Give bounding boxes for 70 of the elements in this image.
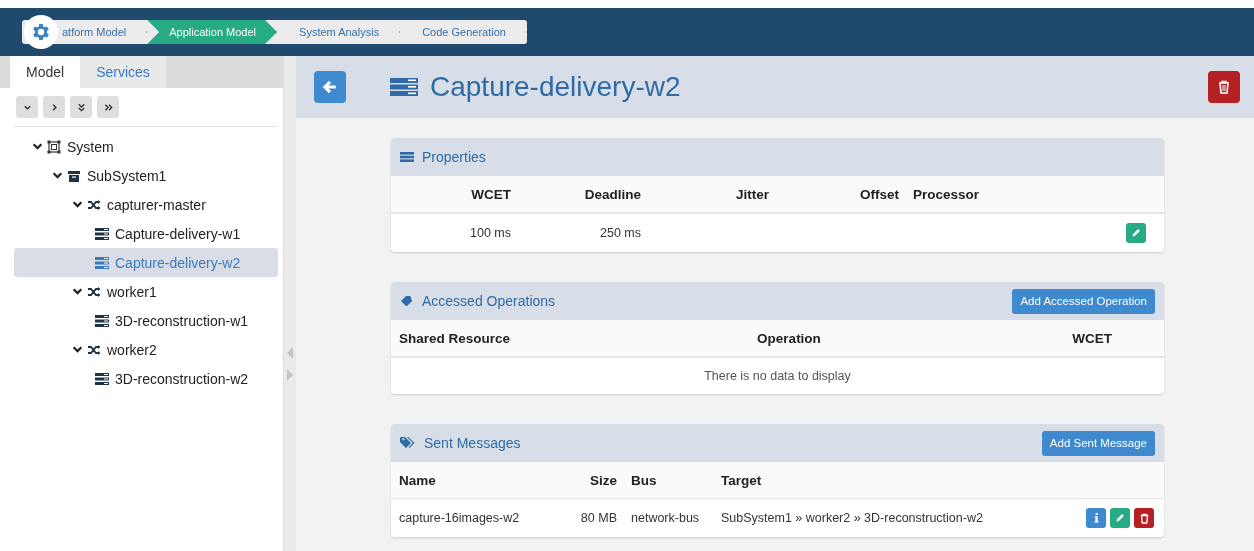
delete-button[interactable] — [1208, 71, 1240, 103]
column-header: Offset — [859, 186, 899, 202]
pencil-icon — [1131, 228, 1141, 238]
archive-box-icon — [67, 168, 81, 183]
list-icon — [95, 372, 109, 385]
table-cell-text: capture-16images-w2 — [399, 511, 521, 525]
table-cell-text: 250 ms — [599, 226, 641, 240]
table-cell-text: 80 MB — [579, 511, 617, 525]
trash-icon — [1218, 80, 1230, 94]
chevron-right-icon[interactable] — [43, 96, 65, 118]
tags-icon — [400, 437, 416, 449]
tree-item[interactable]: capturer-master — [14, 190, 278, 219]
column-header: Name — [399, 472, 437, 488]
tree-item[interactable]: Capture-delivery-w1 — [14, 219, 278, 248]
column-header: Deadline — [583, 186, 641, 202]
pencil-icon — [1115, 513, 1125, 523]
caret-icon[interactable] — [32, 141, 43, 152]
tree-item[interactable]: worker2 — [14, 335, 278, 364]
caret-icon[interactable] — [52, 170, 63, 181]
delete-button[interactable] — [1134, 508, 1154, 528]
card-title: Properties — [422, 149, 487, 165]
column-header: Shared Resource — [399, 330, 512, 346]
add-sent-message-button[interactable]: Add Sent Message — [1041, 430, 1155, 456]
shuffle-icon — [87, 342, 101, 357]
shuffle-icon — [87, 197, 101, 212]
sidebar-tab[interactable]: Model — [10, 56, 81, 88]
collapse-icon[interactable] — [16, 96, 38, 118]
tree-item[interactable]: 3D-reconstruction-w2 — [14, 364, 278, 393]
page-title: Capture-delivery-w2 — [430, 71, 682, 103]
column-header: Size — [589, 472, 617, 488]
trash-icon — [1139, 512, 1149, 524]
caret-icon[interactable] — [72, 199, 83, 210]
list-icon — [95, 256, 109, 269]
tree-item[interactable]: SubSystem1 — [14, 161, 278, 190]
info-button[interactable] — [1086, 508, 1106, 528]
tree-item[interactable]: worker1 — [14, 277, 278, 306]
column-header: Bus — [630, 472, 658, 488]
double-chevron-down-icon[interactable] — [70, 96, 92, 118]
column-header: Jitter — [735, 186, 769, 202]
edit-button[interactable] — [1126, 223, 1146, 243]
arrow-left-icon — [322, 79, 338, 95]
back-button[interactable] — [314, 71, 346, 103]
caret-icon[interactable] — [72, 286, 83, 297]
add-accessed-operation-button[interactable]: Add Accessed Operation — [1012, 288, 1155, 314]
column-header: WCET — [470, 186, 511, 202]
column-header: Target — [721, 472, 763, 488]
shuffle-icon — [87, 284, 101, 299]
sidebar-tab[interactable]: Services — [80, 56, 166, 88]
system-icon — [47, 139, 61, 154]
card-title: Sent Messages — [424, 435, 522, 451]
list-icon — [390, 78, 418, 96]
settings-icon[interactable] — [24, 15, 58, 49]
list-icon — [95, 314, 109, 327]
tree-item[interactable]: 3D-reconstruction-w1 — [14, 306, 278, 335]
list-icon — [400, 152, 414, 162]
table-cell-text: network-bus — [630, 511, 701, 525]
list-icon — [95, 227, 109, 240]
table-cell-text: SubSystem1 » worker2 » 3D-reconstruction-w2 — [721, 511, 984, 525]
empty-message: There is no data to display — [704, 369, 851, 383]
info-icon — [1093, 513, 1099, 523]
tags-icon — [400, 295, 414, 307]
double-chevron-right-icon[interactable] — [97, 96, 119, 118]
caret-icon[interactable] — [72, 344, 83, 355]
column-header: WCET — [1071, 330, 1113, 346]
table-cell-text: 100 ms — [469, 226, 511, 240]
card-title: Accessed Operations — [422, 293, 557, 309]
tree-item[interactable]: System — [14, 132, 278, 161]
column-header: Processor — [912, 186, 981, 202]
edit-button[interactable] — [1110, 508, 1130, 528]
column-header: Operation — [756, 330, 822, 346]
